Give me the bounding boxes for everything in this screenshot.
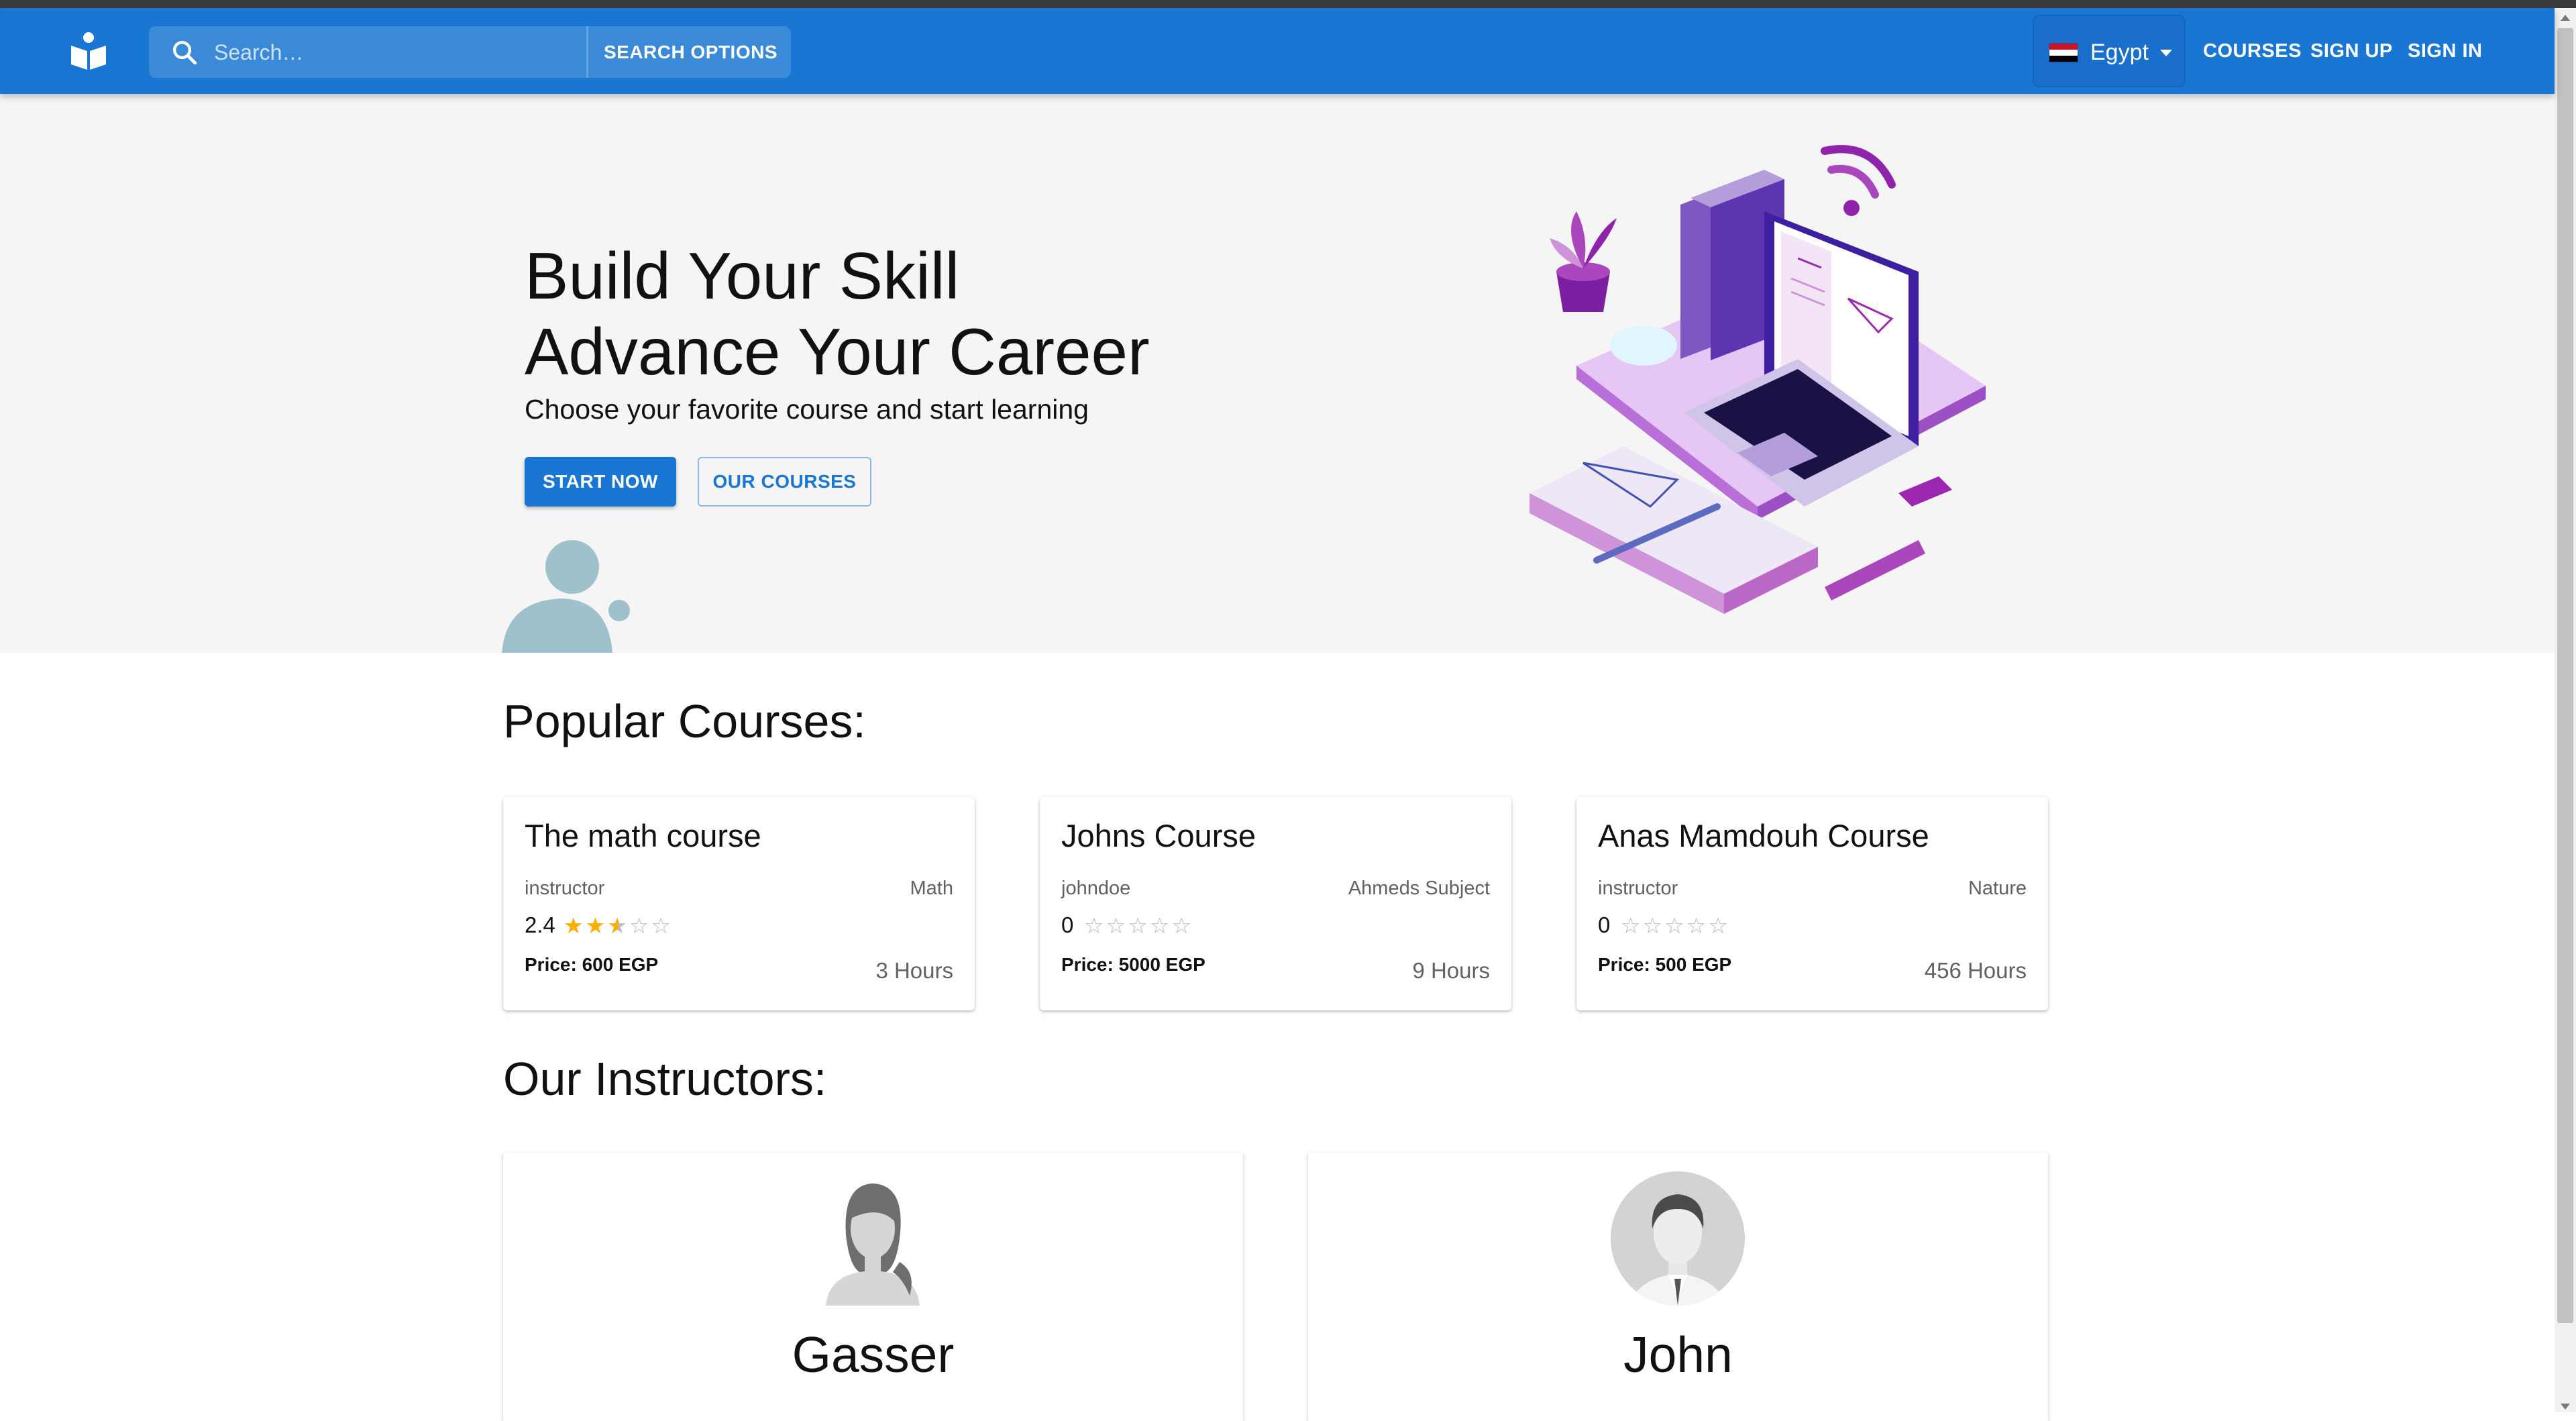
star-half-icon: ★ (607, 913, 629, 938)
popular-courses-heading: Popular Courses: (503, 695, 866, 747)
star-empty-icon: ☆ (1664, 913, 1686, 938)
nav-courses-link[interactable]: COURSES (2203, 40, 2302, 62)
course-rating-value: 0 (1061, 912, 1074, 937)
course-price: Price: 500 EGP (1598, 954, 1732, 975)
star-empty-icon: ☆ (1642, 913, 1665, 938)
course-price: Price: 600 EGP (525, 954, 659, 975)
course-card[interactable]: The math course instructor Math 2.4 ★★★☆… (503, 797, 975, 1010)
course-instructor: instructor (525, 878, 605, 899)
star-empty-icon: ☆ (629, 913, 651, 938)
rating-stars: ☆☆☆☆☆ (1621, 912, 1730, 939)
star-full-icon: ★ (585, 913, 608, 938)
course-hours: 9 Hours (1412, 958, 1490, 983)
course-rating-value: 2.4 (525, 912, 555, 937)
rating-stars: ★★★☆☆ (564, 912, 673, 939)
course-card[interactable]: Johns Course johndoe Ahmeds Subject 0 ☆☆… (1040, 797, 1511, 1010)
browser-top-strip (0, 0, 2576, 8)
star-empty-icon: ☆ (1171, 913, 1193, 938)
start-now-button[interactable]: START NOW (525, 457, 676, 507)
caret-down-icon (2160, 50, 2172, 56)
star-full-icon: ★ (564, 913, 586, 938)
hero-section: Build Your Skill Advance Your Career Cho… (0, 94, 2555, 653)
our-instructors-heading: Our Instructors: (503, 1053, 827, 1105)
course-title[interactable]: The math course (525, 817, 761, 854)
course-hours: 3 Hours (875, 958, 953, 983)
hero-title-line2: Advance Your Career (525, 315, 1150, 388)
course-instructor: instructor (1598, 878, 1678, 899)
search-options-button[interactable]: SEARCH OPTIONS (586, 26, 793, 78)
star-empty-icon: ☆ (1686, 913, 1709, 938)
male-avatar-icon (1611, 1171, 1745, 1306)
country-selector[interactable]: Egypt (2033, 15, 2186, 87)
book-reader-icon[interactable] (67, 30, 110, 72)
course-title[interactable]: Anas Mamdouh Course (1598, 817, 1929, 854)
person-decoration-icon (502, 540, 630, 653)
scroll-down-icon[interactable] (2561, 1404, 2570, 1410)
our-courses-button[interactable]: OUR COURSES (698, 457, 871, 507)
course-card[interactable]: Anas Mamdouh Course instructor Nature 0 … (1576, 797, 2048, 1010)
search-icon (172, 40, 197, 65)
star-empty-icon: ☆ (1621, 913, 1643, 938)
course-title[interactable]: Johns Course (1061, 817, 1256, 854)
nav-sign-in-link[interactable]: SIGN IN (2408, 40, 2482, 62)
star-empty-icon: ☆ (1708, 913, 1730, 938)
nav-sign-up-link[interactable]: SIGN UP (2310, 40, 2393, 62)
laptop-study-illustration (1529, 145, 1986, 614)
female-avatar-icon (826, 1183, 920, 1306)
course-subject: Math (910, 878, 953, 899)
scroll-up-icon[interactable] (2561, 15, 2570, 21)
egypt-flag-icon (2049, 43, 2078, 62)
star-empty-icon: ☆ (1106, 913, 1128, 938)
app-bar: SEARCH OPTIONS Egypt COURSES SIGN UP SIG… (0, 8, 2555, 94)
instructor-name: Gasser (792, 1326, 955, 1383)
course-price: Price: 5000 EGP (1061, 954, 1205, 975)
star-empty-icon: ☆ (1084, 913, 1106, 938)
course-rating-value: 0 (1598, 912, 1611, 937)
course-subject: Nature (1968, 878, 2027, 899)
star-empty-icon: ☆ (651, 913, 673, 938)
rating-stars: ☆☆☆☆☆ (1084, 912, 1193, 939)
course-subject: Ahmeds Subject (1348, 878, 1490, 899)
search-bar: SEARCH OPTIONS (149, 26, 793, 79)
hero-title: Build Your Skill Advance Your Career (525, 238, 1150, 390)
page-scrollbar[interactable] (2555, 8, 2576, 1412)
star-empty-icon: ☆ (1128, 913, 1150, 938)
instructor-card[interactable]: John (1308, 1153, 2048, 1421)
course-instructor: johndoe (1061, 878, 1131, 899)
course-hours: 456 Hours (1924, 958, 2027, 983)
hero-title-line1: Build Your Skill (525, 239, 960, 313)
star-empty-icon: ☆ (1149, 913, 1172, 938)
country-label: Egypt (2090, 40, 2149, 65)
instructor-name: John (1623, 1326, 1733, 1383)
instructor-card[interactable]: Gasser (503, 1153, 1243, 1421)
scroll-thumb[interactable] (2557, 28, 2573, 1323)
hero-subtitle: Choose your favorite course and start le… (525, 394, 1089, 425)
